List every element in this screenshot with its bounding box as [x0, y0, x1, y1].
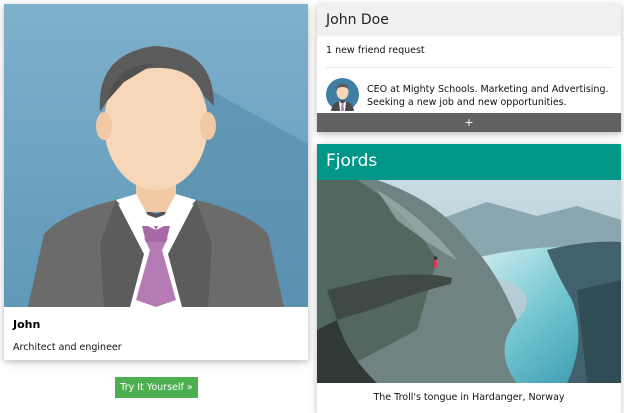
fjords-card: Fjords The Troll's tongue in Hardanger, … — [317, 144, 621, 413]
social-card-title: John Doe — [326, 12, 389, 28]
social-card: John Doe 1 new friend request CEO at Mig… — [317, 4, 621, 132]
profile-role: Architect and engineer — [13, 342, 122, 353]
divider — [326, 67, 613, 68]
profile-name: John — [13, 318, 41, 331]
avatar-icon — [326, 78, 359, 111]
profile-description: CEO at Mighty Schools. Marketing and Adv… — [367, 84, 609, 108]
fjords-card-header: Fjords — [317, 144, 621, 180]
social-card-header: John Doe — [317, 4, 621, 36]
avatar-illustration — [4, 4, 308, 307]
friend-request-notice: 1 new friend request — [326, 45, 425, 56]
add-button[interactable]: + — [317, 113, 621, 132]
profile-card: John Architect and engineer — [4, 4, 308, 360]
photo-caption: The Troll's tongue in Hardanger, Norway — [373, 392, 565, 403]
try-it-yourself-button[interactable]: Try It Yourself » — [115, 377, 198, 398]
fjords-title: Fjords — [326, 151, 378, 171]
fjord-photo — [317, 180, 621, 383]
